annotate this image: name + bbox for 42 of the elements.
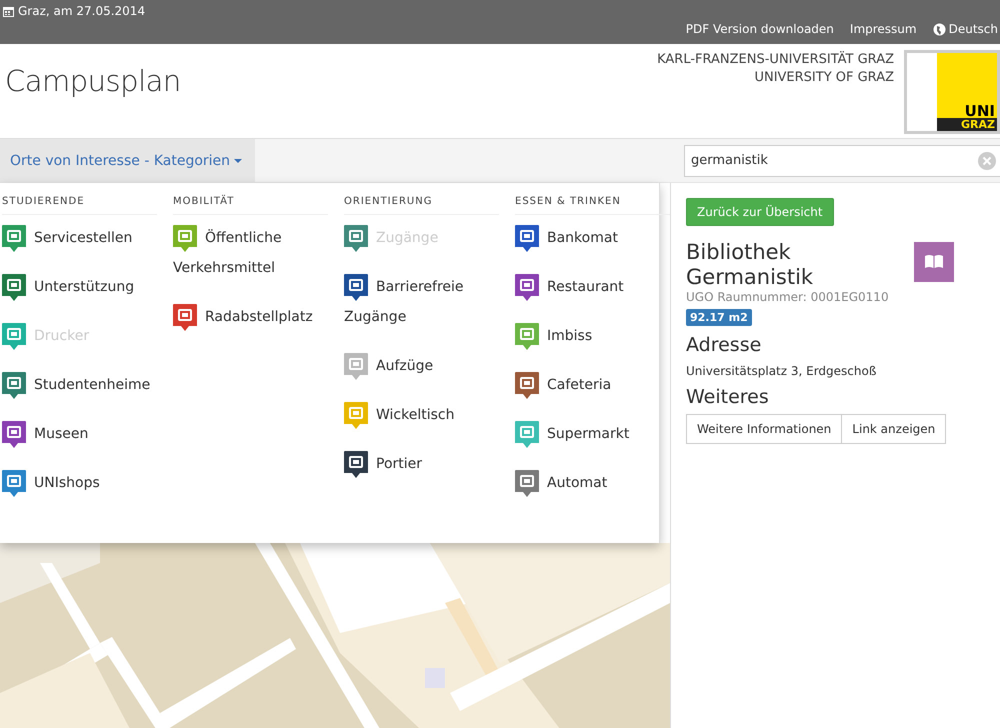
category-item[interactable]: Automat	[515, 468, 670, 498]
university-logo: UNI GRAZ	[904, 50, 1000, 134]
category-item[interactable]: Servicestellen	[2, 223, 157, 253]
category-item[interactable]: Aufzüge	[344, 351, 499, 381]
category-item[interactable]: Öffentliche Verkehrsmittel	[173, 223, 328, 283]
search-field[interactable]: germanistik	[684, 144, 1000, 176]
top-link[interactable]: PDF Version downloaden	[686, 22, 834, 36]
category-heading: MOBILITÄT	[173, 193, 328, 215]
panel-button[interactable]: Link anzeigen	[842, 414, 946, 444]
place-title: Bibliothek Germanistik	[686, 240, 814, 290]
page-title: Campusplan	[4, 63, 181, 100]
category-item[interactable]: Supermarkt	[515, 419, 670, 449]
category-item[interactable]: Radabstellplatz	[173, 302, 328, 332]
date-text: Graz, am 27.05.2014	[18, 4, 146, 18]
category-heading: ORIENTIERUNG	[344, 193, 499, 215]
clear-icon	[978, 152, 996, 170]
room-number: UGO Raumnummer: 0001EG0110	[686, 290, 890, 304]
section-heading: Weiteres	[686, 386, 770, 408]
category-item[interactable]: Museen	[2, 419, 157, 449]
panel-button[interactable]: Weitere Informationen	[686, 414, 842, 444]
caret-icon	[234, 158, 242, 162]
category-item[interactable]: Imbiss	[515, 321, 670, 351]
category-item[interactable]: Wickeltisch	[344, 400, 499, 430]
top-link[interactable]: Impressum	[850, 22, 917, 36]
section-heading: Adresse	[686, 334, 762, 356]
category-dropdown[interactable]: Orte von Interesse - Kategorien	[0, 139, 256, 182]
university-name: UNIVERSITY OF GRAZ	[753, 69, 894, 87]
globe-icon	[932, 22, 946, 36]
category-item[interactable]: UNIshops	[2, 468, 157, 498]
category-item[interactable]: Restaurant	[515, 272, 670, 302]
category-item[interactable]: Cafeteria	[515, 370, 670, 400]
book-icon	[914, 242, 954, 282]
category-item[interactable]: Bankomat	[515, 223, 670, 253]
category-item[interactable]: Studentenheime	[2, 370, 157, 400]
language-menu[interactable]: Deutsch	[932, 22, 998, 36]
category-item[interactable]: Barrierefreie Zugänge	[344, 272, 499, 332]
university-name: KARL-FRANZENS-UNIVERSITÄT GRAZ	[657, 51, 894, 69]
category-heading: STUDIERENDE	[2, 193, 157, 215]
address-text: Universitätsplatz 3, Erdgeschoß	[686, 364, 878, 378]
category-item[interactable]: Portier	[344, 449, 499, 479]
area-label: 92.17 m2	[686, 309, 752, 326]
category-item[interactable]: Unterstützung	[2, 272, 157, 302]
